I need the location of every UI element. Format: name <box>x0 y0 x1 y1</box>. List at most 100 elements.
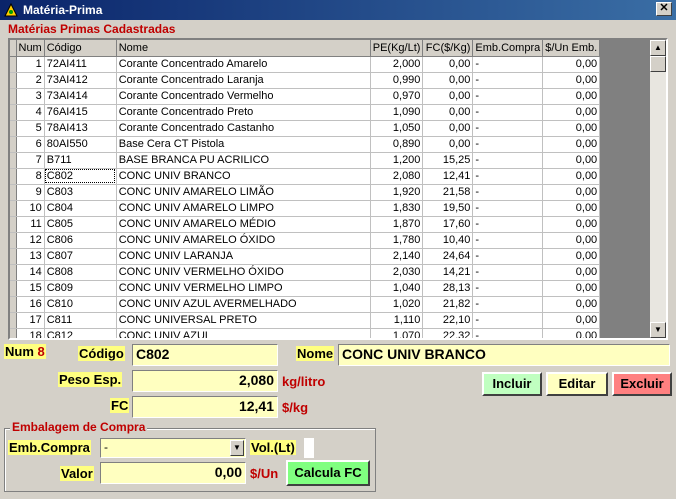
cell-codigo[interactable]: C804 <box>44 200 117 217</box>
cell-fc[interactable]: 0,00 <box>422 56 474 73</box>
cell-un-emb[interactable]: 0,00 <box>542 216 601 233</box>
cell-fc[interactable]: 14,21 <box>422 264 474 281</box>
cell-pe[interactable]: 1,870 <box>370 216 424 233</box>
valor-field[interactable]: 0,00 <box>100 462 246 484</box>
cell-nome[interactable]: CONC UNIV AMARELO ÓXIDO <box>116 232 371 249</box>
cell-un-emb[interactable]: 0,00 <box>542 88 601 105</box>
cell-num[interactable]: 5 <box>16 120 45 137</box>
cell-pe[interactable]: 2,000 <box>370 56 424 73</box>
col-header-fc[interactable]: FC($/Kg) <box>422 40 474 57</box>
cell-emb-compra[interactable]: - <box>472 216 544 233</box>
cell-un-emb[interactable]: 0,00 <box>542 152 601 169</box>
cell-num[interactable]: 17 <box>16 312 45 329</box>
cell-un-emb[interactable]: 0,00 <box>542 168 601 185</box>
cell-emb-compra[interactable]: - <box>472 104 544 121</box>
close-button[interactable]: ✕ <box>656 2 672 16</box>
cell-codigo[interactable]: B711 <box>44 152 117 169</box>
cell-emb-compra[interactable]: - <box>472 312 544 329</box>
cell-un-emb[interactable]: 0,00 <box>542 200 601 217</box>
cell-pe[interactable]: 1,200 <box>370 152 424 169</box>
cell-pe[interactable]: 1,020 <box>370 296 424 313</box>
cell-num[interactable]: 7 <box>16 152 45 169</box>
cell-nome[interactable]: CONC UNIV BRANCO <box>116 168 371 185</box>
chevron-down-icon[interactable]: ▼ <box>230 440 244 456</box>
table-row[interactable]: 13 C807 CONC UNIV LARANJA 2,140 24,64-0,00 <box>10 248 601 265</box>
cell-nome[interactable]: CONC UNIV AMARELO MÉDIO <box>116 216 371 233</box>
cell-nome[interactable]: CONC UNIVERSAL PRETO <box>116 312 371 329</box>
cell-emb-compra[interactable]: - <box>472 200 544 217</box>
cell-pe[interactable]: 0,890 <box>370 136 424 153</box>
cell-fc[interactable]: 0,00 <box>422 72 474 89</box>
cell-emb-compra[interactable]: - <box>472 264 544 281</box>
table-row[interactable]: 14 C808 CONC UNIV VERMELHO ÓXIDO 2,030 14,21… <box>10 264 601 281</box>
table-row[interactable]: 3 73AI414 Corante Concentrado Vermelho 0,97… <box>10 88 601 105</box>
cell-un-emb[interactable]: 0,00 <box>542 232 601 249</box>
cell-num[interactable]: 4 <box>16 104 45 121</box>
cell-codigo[interactable]: C802 <box>44 168 117 185</box>
cell-un-emb[interactable]: 0,00 <box>542 296 601 313</box>
cell-nome[interactable]: CONC UNIV VERMELHO LIMPO <box>116 280 371 297</box>
cell-codigo[interactable]: C809 <box>44 280 117 297</box>
cell-un-emb[interactable]: 0,00 <box>542 56 601 73</box>
cell-fc[interactable]: 15,25 <box>422 152 474 169</box>
cell-num[interactable]: 3 <box>16 88 45 105</box>
cell-nome[interactable]: CONC UNIV LARANJA <box>116 248 371 265</box>
table-row[interactable]: 7 B711 BASE BRANCA PU ACRILICO 1,200 15,25-0… <box>10 152 601 169</box>
cell-fc[interactable]: 21,82 <box>422 296 474 313</box>
cell-un-emb[interactable]: 0,00 <box>542 328 601 338</box>
cell-fc[interactable]: 22,32 <box>422 328 474 338</box>
cell-codigo[interactable]: 78AI413 <box>44 120 117 137</box>
table-row[interactable]: 15 C809 CONC UNIV VERMELHO LIMPO 1,040 28,13… <box>10 280 601 297</box>
nome-field[interactable]: CONC UNIV BRANCO <box>338 344 670 366</box>
cell-fc[interactable]: 0,00 <box>422 120 474 137</box>
cell-emb-compra[interactable]: - <box>472 136 544 153</box>
table-row[interactable]: 17 C811 CONC UNIVERSAL PRETO 1,110 22,10-0,0… <box>10 312 601 329</box>
table-row[interactable]: 2 73AI412 Corante Concentrado Laranja 0,990… <box>10 72 601 89</box>
cell-nome[interactable]: CONC UNIV AZUL AVERMELHADO <box>116 296 371 313</box>
cell-un-emb[interactable]: 0,00 <box>542 136 601 153</box>
vol-field[interactable] <box>304 438 314 458</box>
cell-codigo[interactable]: C808 <box>44 264 117 281</box>
cell-nome[interactable]: Corante Concentrado Laranja <box>116 72 371 89</box>
cell-num[interactable]: 18 <box>16 328 45 338</box>
cell-nome[interactable]: CONC UNIV AMARELO LIMPO <box>116 200 371 217</box>
cell-nome[interactable]: Corante Concentrado Preto <box>116 104 371 121</box>
table-row[interactable]: 11 C805 CONC UNIV AMARELO MÉDIO 1,870 17,60-… <box>10 216 601 233</box>
cell-pe[interactable]: 0,990 <box>370 72 424 89</box>
cell-codigo[interactable]: C810 <box>44 296 117 313</box>
cell-fc[interactable]: 21,58 <box>422 184 474 201</box>
calcula-fc-button[interactable]: Calcula FC <box>286 460 370 486</box>
cell-codigo[interactable]: 72AI411 <box>44 56 117 73</box>
cell-codigo[interactable]: C812 <box>44 328 117 338</box>
table-row[interactable]: 5 78AI413 Corante Concentrado Castanho 1,05… <box>10 120 601 137</box>
table-row[interactable]: 18 C812 CONC UNIV AZUL 1,070 22,32-0,00 <box>10 328 601 338</box>
cell-fc[interactable]: 0,00 <box>422 104 474 121</box>
cell-pe[interactable]: 1,110 <box>370 312 424 329</box>
table-row[interactable]: 16 C810 CONC UNIV AZUL AVERMELHADO 1,020 21,… <box>10 296 601 313</box>
col-header-codigo[interactable]: Código <box>44 40 117 57</box>
cell-num[interactable]: 16 <box>16 296 45 313</box>
col-header-un-emb[interactable]: $/Un Emb. <box>542 40 601 57</box>
cell-pe[interactable]: 1,780 <box>370 232 424 249</box>
cell-pe[interactable]: 2,140 <box>370 248 424 265</box>
cell-nome[interactable]: CONC UNIV AZUL <box>116 328 371 338</box>
cell-num[interactable]: 1 <box>16 56 45 73</box>
cell-pe[interactable]: 1,040 <box>370 280 424 297</box>
cell-un-emb[interactable]: 0,00 <box>542 72 601 89</box>
cell-emb-compra[interactable]: - <box>472 184 544 201</box>
cell-nome[interactable]: CONC UNIV AMARELO LIMÃO <box>116 184 371 201</box>
cell-fc[interactable]: 17,60 <box>422 216 474 233</box>
vertical-scrollbar[interactable]: ▲ ▼ <box>650 40 666 338</box>
codigo-field[interactable]: C802 <box>132 344 278 366</box>
table-row[interactable]: 4 76AI415 Corante Concentrado Preto 1,090 0,… <box>10 104 601 121</box>
cell-emb-compra[interactable]: - <box>472 232 544 249</box>
cell-nome[interactable]: Corante Concentrado Amarelo <box>116 56 371 73</box>
cell-codigo[interactable]: C806 <box>44 232 117 249</box>
cell-num[interactable]: 6 <box>16 136 45 153</box>
cell-emb-compra[interactable]: - <box>472 328 544 338</box>
cell-emb-compra[interactable]: - <box>472 120 544 137</box>
emb-compra-select[interactable]: - <box>100 438 246 458</box>
cell-codigo[interactable]: 80AI550 <box>44 136 117 153</box>
cell-emb-compra[interactable]: - <box>472 280 544 297</box>
peso-esp-field[interactable]: 2,080 <box>132 370 278 392</box>
